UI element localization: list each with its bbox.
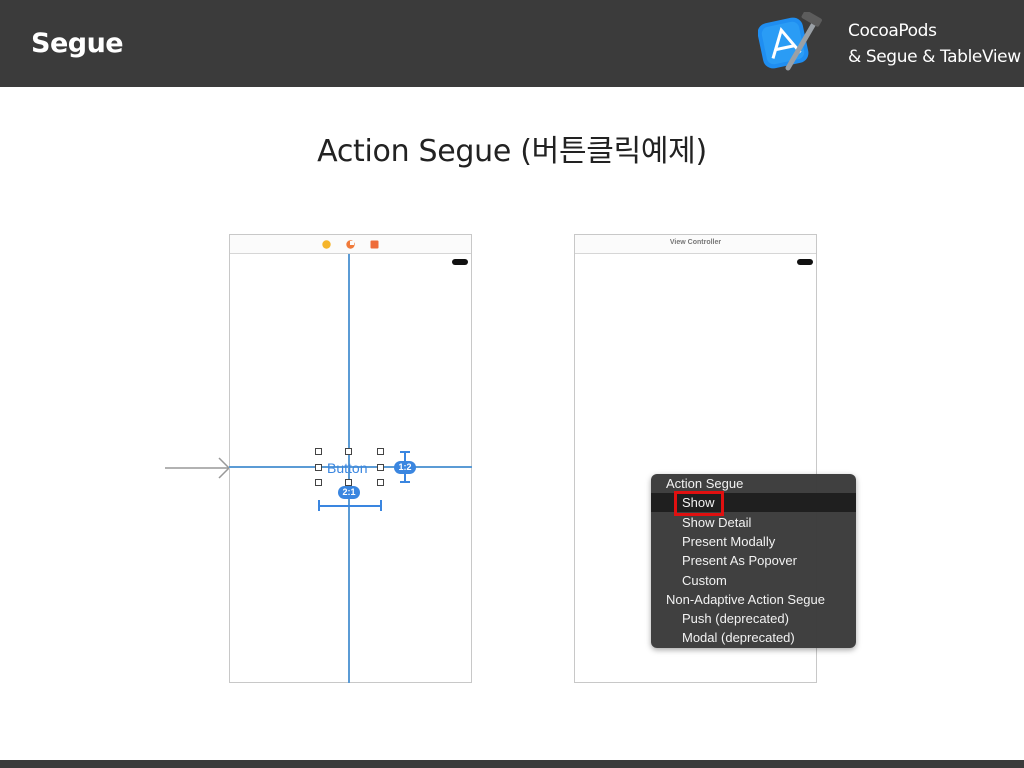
height-constraint-cap bbox=[400, 451, 410, 453]
scene-dock-bar bbox=[230, 235, 471, 254]
header-subtitle-line1: CocoaPods bbox=[848, 21, 937, 41]
slide-header: Segue CocoaPods & Segue & TableView bbox=[0, 0, 1024, 87]
resize-handle[interactable] bbox=[345, 479, 352, 486]
show-highlight-box bbox=[674, 491, 724, 516]
height-constraint-cap bbox=[400, 481, 410, 483]
menu-item-push-deprecated[interactable]: Push (deprecated) bbox=[651, 609, 856, 628]
resize-handle[interactable] bbox=[377, 448, 384, 455]
resize-handle[interactable] bbox=[315, 464, 322, 471]
xcode-icon bbox=[758, 12, 822, 71]
menu-item-present-modally[interactable]: Present Modally bbox=[651, 532, 856, 551]
resize-handle[interactable] bbox=[315, 479, 322, 486]
menu-item-present-as-popover[interactable]: Present As Popover bbox=[651, 551, 856, 570]
resize-handle[interactable] bbox=[345, 448, 352, 455]
resize-handle[interactable] bbox=[377, 464, 384, 471]
status-bar-battery-icon bbox=[797, 259, 813, 265]
exit-icon[interactable] bbox=[370, 240, 379, 249]
menu-header-non-adaptive: Non-Adaptive Action Segue bbox=[666, 592, 825, 607]
footer-bar bbox=[0, 760, 1024, 768]
aspect-ratio-badge[interactable]: 1:2 bbox=[394, 461, 416, 474]
width-constraint-cap bbox=[318, 500, 320, 511]
width-constraint-line bbox=[318, 505, 382, 507]
initial-view-controller-scene[interactable] bbox=[229, 234, 472, 683]
width-constraint-cap bbox=[380, 500, 382, 511]
slide-title: Action Segue (버튼클릭예제) bbox=[317, 134, 707, 169]
status-bar-battery-icon bbox=[452, 259, 468, 265]
menu-item-custom[interactable]: Custom bbox=[651, 571, 856, 590]
first-responder-icon[interactable] bbox=[346, 240, 355, 249]
header-subtitle: CocoaPods & Segue & TableView bbox=[848, 18, 1021, 70]
view-controller-icon[interactable] bbox=[322, 240, 331, 249]
button-element[interactable]: Button bbox=[327, 460, 367, 476]
header-title: Segue bbox=[31, 28, 124, 59]
scene-dock-bar: View Controller bbox=[575, 235, 816, 254]
resize-handle[interactable] bbox=[315, 448, 322, 455]
width-ratio-badge[interactable]: 2:1 bbox=[338, 486, 360, 499]
scene-title: View Controller bbox=[669, 239, 722, 246]
header-subtitle-line2: & Segue & TableView bbox=[848, 47, 1021, 67]
menu-item-modal-deprecated[interactable]: Modal (deprecated) bbox=[651, 628, 856, 647]
entry-point-arrow-icon bbox=[165, 457, 231, 479]
resize-handle[interactable] bbox=[377, 479, 384, 486]
